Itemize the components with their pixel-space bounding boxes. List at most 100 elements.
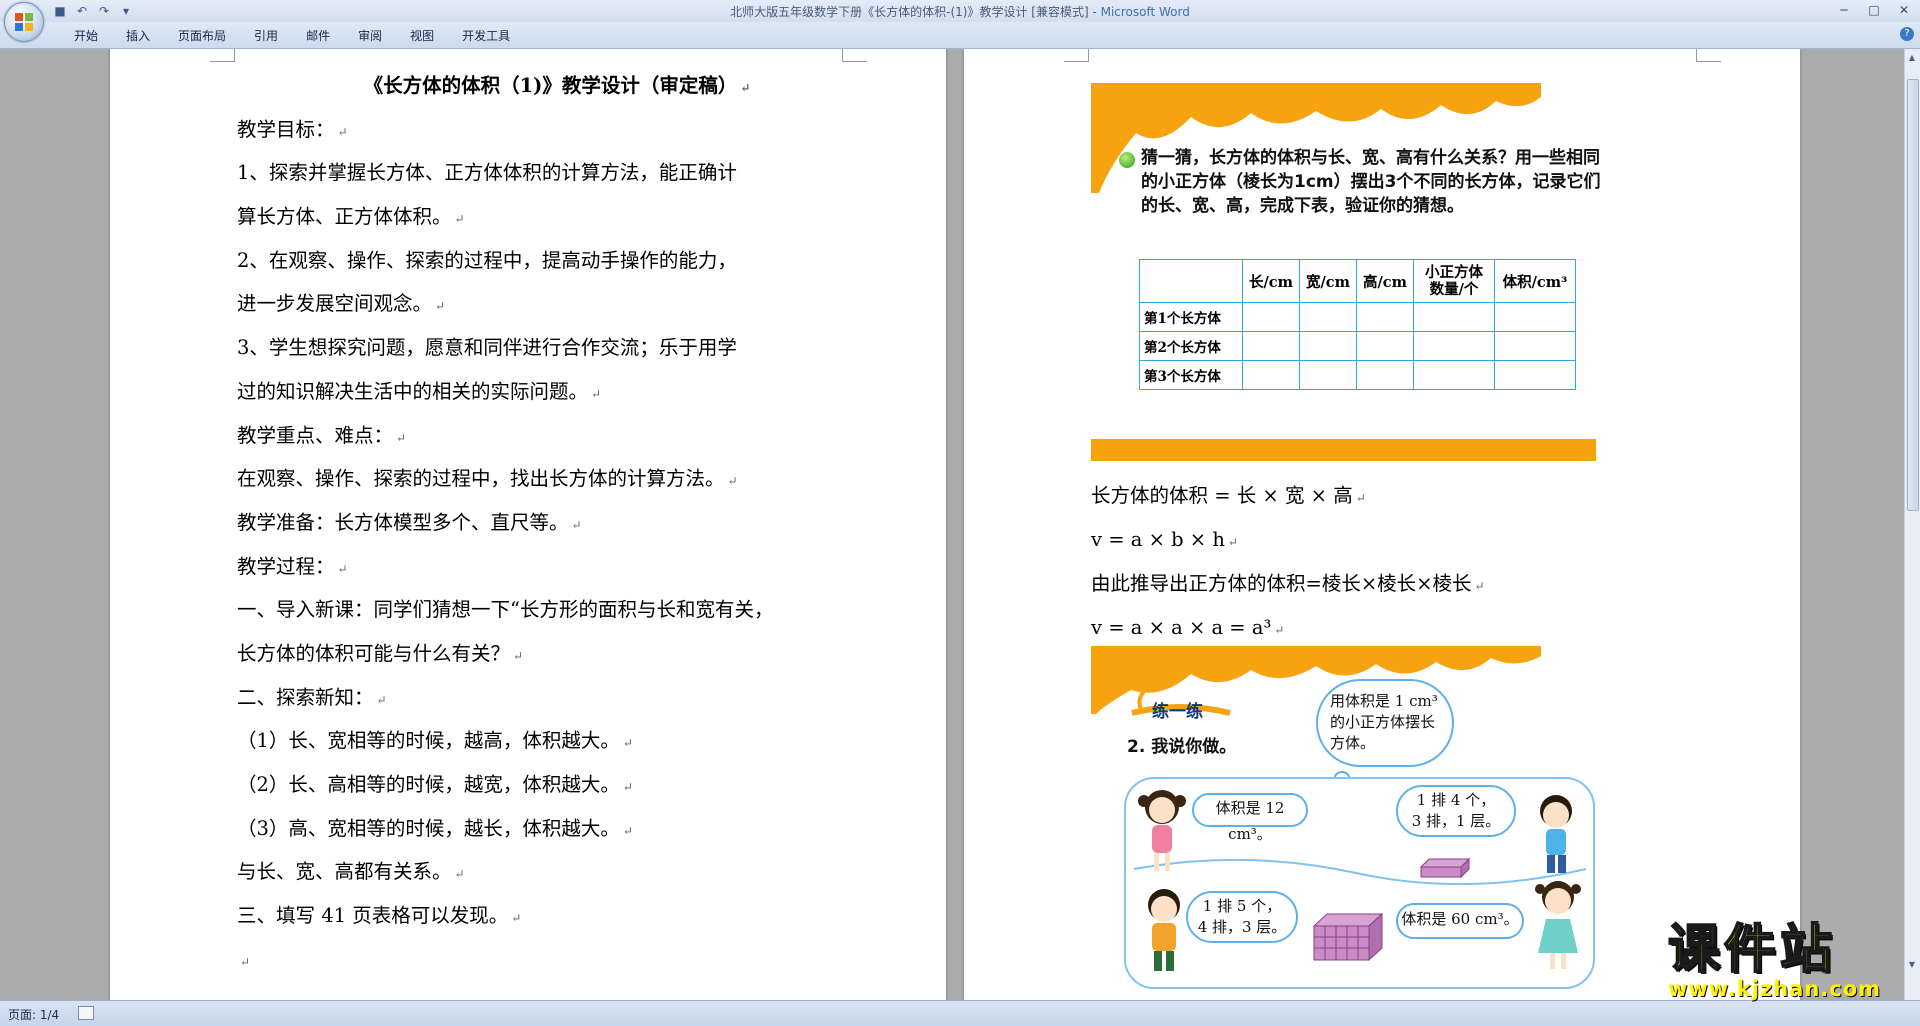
girl-avatar-icon bbox=[1535, 881, 1581, 969]
ribbon-tab[interactable]: 开始 bbox=[60, 27, 112, 45]
close-icon[interactable]: ✕ bbox=[1894, 2, 1914, 18]
margin-mark bbox=[1064, 49, 1089, 62]
scrollbar-thumb[interactable] bbox=[1907, 79, 1919, 511]
paragraph-line: 教学目标： ↵ bbox=[237, 117, 348, 141]
ribbon-tab[interactable]: 开发工具 bbox=[448, 27, 524, 45]
paragraph-line: 进一步发展空间观念。 ↵ bbox=[237, 292, 446, 316]
paragraph-line: 1、探索并掌握长方体、正方体体积的计算方法，能正确计 bbox=[237, 161, 737, 185]
table-cell[interactable] bbox=[1413, 360, 1495, 390]
boy-avatar-icon bbox=[1148, 889, 1180, 971]
paragraph-line: （1）长、宽相等的时候，越高，体积越大。 ↵ bbox=[237, 729, 633, 753]
experiment-table: 长/cm 宽/cm 高/cm 小正方体 数量/个 体积/cm³ 第1个长方体 第… bbox=[1139, 259, 1576, 390]
table-cell[interactable] bbox=[1242, 331, 1300, 361]
question-text: 猜一猜，长方体的体积与长、宽、高有什么关系？用一些相同的小正方体（棱长为1cm）… bbox=[1141, 148, 1601, 216]
table-header-cell: 体积/cm³ bbox=[1494, 259, 1576, 303]
window-title: 北师大版五年级数学下册《长方体的体积-(1)》教学设计 [兼容模式] - Mic… bbox=[0, 3, 1920, 20]
table-cell[interactable] bbox=[1356, 331, 1414, 361]
paragraph-line: 三、填写 41 页表格可以发现。 ↵ bbox=[237, 904, 522, 928]
paragraph-line: （2）长、高相等的时候，越宽，体积越大。 ↵ bbox=[237, 773, 633, 796]
document-workspace: 《长方体的体积（1)》教学设计（审定稿） ↵ 教学目标： ↵ 1、探索并掌握长方体、正… bbox=[0, 49, 1905, 1000]
exercise-title: 练一练 bbox=[1152, 702, 1203, 722]
girl-avatar-icon bbox=[1138, 790, 1186, 871]
minimize-icon[interactable]: ─ bbox=[1834, 2, 1854, 18]
row-label: 第1个长方体 bbox=[1139, 302, 1243, 332]
formula-line: v = a × b × h ↵ bbox=[1091, 528, 1238, 551]
paragraph-line: 教学准备：长方体模型多个、直尺等。 ↵ bbox=[237, 510, 582, 534]
table-header-cell: 宽/cm bbox=[1299, 259, 1357, 303]
title-bar: ■ ↶ ↷ ▾ 北师大版五年级数学下册《长方体的体积-(1)》教学设计 [兼容模… bbox=[0, 0, 1920, 22]
ribbon-tab[interactable]: 视图 bbox=[396, 27, 448, 45]
speech-bubble: 体积是 12 cm³。 bbox=[1192, 793, 1308, 843]
margin-mark bbox=[842, 49, 867, 62]
table-cell[interactable] bbox=[1356, 360, 1414, 390]
scroll-up-icon[interactable]: ▲ bbox=[1907, 53, 1917, 63]
watermark-url: www.kjzhan.com bbox=[1668, 977, 1882, 1001]
office-button[interactable] bbox=[4, 2, 44, 42]
watermark-logo: 课件站 www.kjzhan.com bbox=[1667, 920, 1908, 1002]
formula-block[interactable]: 长方体的体积 = 长 × 宽 × 高 ↵ v = a × b × h ↵ 由此推导出… bbox=[1091, 474, 1485, 650]
table-row: 第3个长方体 bbox=[1139, 360, 1576, 390]
proofing-icon[interactable] bbox=[78, 1006, 94, 1020]
boy-avatar-icon bbox=[1540, 795, 1572, 873]
green-bullet-icon bbox=[1119, 152, 1135, 168]
paragraph-line: 一、导入新课：同学们猜想一下“长方形的面积与长和宽有关， bbox=[237, 598, 774, 622]
watermark-text: 课件站 bbox=[1667, 920, 1837, 980]
formula-line: 长方体的体积 = 长 × 宽 × 高 ↵ bbox=[1091, 484, 1366, 507]
paragraph-line: （3）高、宽相等的时候，越长，体积越大。 ↵ bbox=[237, 816, 633, 840]
app-name: Microsoft Word bbox=[1100, 5, 1190, 19]
table-cell[interactable] bbox=[1413, 302, 1495, 332]
table-cell[interactable] bbox=[1494, 331, 1576, 361]
page-right: 猜一猜，长方体的体积与长、宽、高有什么关系？用一些相同的小正方体（棱长为1cm）… bbox=[964, 49, 1800, 1000]
page-indicator[interactable]: 页面: 1/4 bbox=[8, 1006, 59, 1023]
ribbon-tab[interactable]: 插入 bbox=[112, 27, 164, 45]
table-cell[interactable] bbox=[1413, 331, 1495, 361]
ribbon: 开始 插入 页面布局 引用 邮件 审阅 视图 开发工具 ? bbox=[0, 22, 1920, 49]
ribbon-tabs: 开始 插入 页面布局 引用 邮件 审阅 视图 开发工具 bbox=[60, 27, 524, 45]
speech-bubble: 体积是 60 cm³。 bbox=[1396, 903, 1524, 939]
ribbon-tab[interactable]: 审阅 bbox=[344, 27, 396, 45]
document-title: 北师大版五年级数学下册《长方体的体积-(1)》教学设计 [兼容模式] - bbox=[730, 5, 1101, 19]
maximize-icon[interactable]: □ bbox=[1864, 2, 1884, 18]
paragraph-line: 3、学生想探究问题，愿意和同伴进行合作交流；乐于用学 bbox=[237, 336, 737, 360]
table-cell[interactable] bbox=[1494, 302, 1576, 332]
paragraph-line: 算长方体、正方体体积。 ↵ bbox=[237, 205, 465, 229]
table-header-cell: 高/cm bbox=[1356, 259, 1414, 303]
row-label: 第2个长方体 bbox=[1139, 331, 1243, 361]
exercise-question: 2. 我说你做。 bbox=[1127, 737, 1237, 757]
table-cell[interactable] bbox=[1299, 331, 1357, 361]
scroll-down-icon[interactable]: ▼ bbox=[1907, 960, 1917, 970]
paragraph-line: 教学过程： ↵ bbox=[237, 554, 348, 578]
paragraph-line: 长方体的体积可能与什么有关？ ↵ bbox=[237, 641, 524, 665]
speech-bubble: 1 排 5 个， 4 排，3 层。 bbox=[1186, 891, 1298, 943]
office-logo-icon bbox=[15, 13, 33, 31]
table-cell[interactable] bbox=[1242, 360, 1300, 390]
paragraph-line: 2、在观察、操作、探索的过程中，提高动手操作的能力， bbox=[237, 248, 737, 272]
status-bar: 页面: 1/4 bbox=[0, 1000, 1920, 1026]
paragraph-line: 二、探索新知： ↵ bbox=[237, 685, 387, 709]
table-cell[interactable] bbox=[1299, 302, 1357, 332]
document-body[interactable]: 《长方体的体积（1)》教学设计（审定稿） ↵ 教学目标： ↵ 1、探索并掌握长方体、正… bbox=[237, 64, 837, 981]
orange-divider-bar bbox=[1091, 439, 1596, 461]
ribbon-tab[interactable]: 页面布局 bbox=[164, 27, 240, 45]
speech-bubble: 1 排 4 个， 3 排，1 层。 bbox=[1396, 785, 1516, 837]
vertical-scrollbar[interactable]: ▲ ▼ bbox=[1904, 49, 1920, 1000]
formula-line: 由此推导出正方体的体积=棱长×棱长×棱长 ↵ bbox=[1091, 572, 1485, 595]
ribbon-tab[interactable]: 引用 bbox=[240, 27, 292, 45]
help-icon[interactable]: ? bbox=[1900, 27, 1914, 41]
table-row: 第2个长方体 bbox=[1139, 331, 1576, 361]
table-row: 第1个长方体 bbox=[1139, 302, 1576, 332]
paragraph-line: 过的知识解决生活中的相关的实际问题。 ↵ bbox=[237, 379, 602, 403]
paragraph-line: 教学重点、难点： ↵ bbox=[237, 423, 407, 447]
empty-paragraph: ↵ bbox=[240, 954, 251, 969]
window-controls: ─ □ ✕ bbox=[1834, 2, 1914, 18]
illustration-scene: 体积是 12 cm³。 1 排 4 个， 3 排，1 层。 1 排 5 个， 4… bbox=[1124, 777, 1595, 989]
table-cell[interactable] bbox=[1356, 302, 1414, 332]
formula-line: v = a × a × a = a³ ↵ bbox=[1091, 616, 1285, 639]
table-cell[interactable] bbox=[1242, 302, 1300, 332]
ribbon-tab[interactable]: 邮件 bbox=[292, 27, 344, 45]
table-header-cell bbox=[1139, 259, 1243, 303]
table-cell[interactable] bbox=[1299, 360, 1357, 390]
margin-mark bbox=[210, 49, 235, 62]
table-cell[interactable] bbox=[1494, 360, 1576, 390]
table-header-row: 长/cm 宽/cm 高/cm 小正方体 数量/个 体积/cm³ bbox=[1139, 259, 1576, 303]
